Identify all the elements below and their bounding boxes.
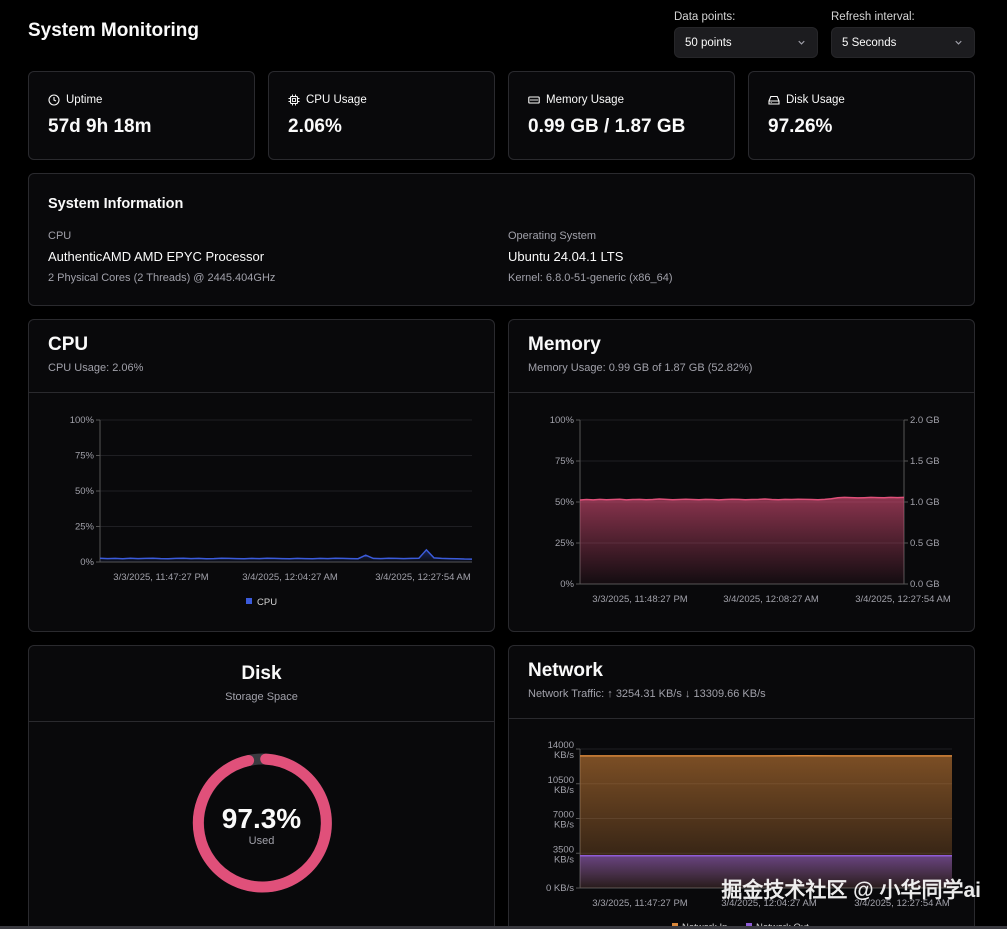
os-info-detail: Kernel: 6.8.0-51-generic (x86_64) <box>508 272 673 284</box>
memory-chart-card: Memory Memory Usage: 0.99 GB of 1.87 GB … <box>508 319 975 632</box>
y-tick-label: 100% <box>550 415 575 426</box>
refresh-interval-select[interactable]: 5 Seconds <box>831 27 975 58</box>
refresh-interval-label: Refresh interval: <box>831 11 915 23</box>
x-tick-label: 3/4/2025, 12:27:54 AM <box>375 572 471 583</box>
disk-gauge <box>192 753 332 893</box>
system-information-title: System Information <box>48 196 184 212</box>
y-tick-label: 3500 KB/s <box>553 844 574 865</box>
x-tick-label: 3/4/2025, 12:08:27 AM <box>723 594 819 605</box>
system-information-card: System Information CPU AuthenticAMD AMD … <box>28 173 975 306</box>
page-title: System Monitoring <box>28 20 200 41</box>
cpu-usage-label: CPU Usage <box>306 94 367 106</box>
cpu-chart-card: CPU CPU Usage: 2.06% 0% 25% 50% 75% 100% 3/3/… <box>28 319 495 632</box>
memory-usage-value: 0.99 GB / 1.87 GB <box>528 116 686 137</box>
memory-area <box>580 497 904 584</box>
cpu-info-value: AuthenticAMD AMD EPYC Processor <box>48 249 265 264</box>
x-tick-label: 3/3/2025, 11:48:27 PM <box>592 594 688 605</box>
watermark: 掘金技术社区 @ 小华同学ai <box>721 879 981 902</box>
x-tick-label: 3/4/2025, 12:27:54 AM <box>855 594 951 605</box>
data-points-value: 50 points <box>685 36 732 49</box>
y-tick-label: 0 KB/s <box>546 883 574 894</box>
disk-usage-card: Disk Usage 97.26% <box>748 71 975 160</box>
y2-tick-label: 1.5 GB <box>910 456 940 467</box>
memory-usage-card: Memory Usage 0.99 GB / 1.87 GB <box>508 71 735 160</box>
x-tick-label: 3/3/2025, 11:47:27 PM <box>592 898 688 909</box>
os-info-value: Ubuntu 24.04.1 LTS <box>508 249 624 264</box>
memory-usage-label: Memory Usage <box>546 94 624 106</box>
y-tick-label: 50% <box>75 486 95 497</box>
chevron-down-icon <box>955 40 962 45</box>
y2-tick-label: 0.0 GB <box>910 579 940 590</box>
cpu-chart: 0% 25% 50% 75% 100% 3/3/2025, 11:47:27 PM 3/4/… <box>70 415 473 608</box>
y-tick-label: 7000 KB/s <box>553 810 574 831</box>
cpu-area <box>100 549 472 562</box>
disk-usage-label: Disk Usage <box>786 94 845 106</box>
y2-tick-label: 1.0 GB <box>910 497 940 508</box>
memory-chart: 0% 25% 50% 75% 100% 0.0 GB 0.5 GB 1.0 GB 1.5 GB 2… <box>550 415 951 605</box>
cpu-icon <box>288 94 300 106</box>
y-tick-label: 75% <box>75 451 95 462</box>
disk-chart-card: Disk Storage Space 97.3% Used <box>28 645 495 929</box>
uptime-value: 57d 9h 18m <box>48 116 152 137</box>
y-tick-label: 25% <box>555 538 575 549</box>
y-tick-label: 0% <box>80 557 94 568</box>
uptime-card: Uptime 57d 9h 18m <box>28 71 255 160</box>
x-tick-label: 3/4/2025, 12:04:27 AM <box>242 572 338 583</box>
y-tick-label: 50% <box>555 497 575 508</box>
refresh-interval-value: 5 Seconds <box>842 36 897 49</box>
data-points-label: Data points: <box>674 11 736 23</box>
hard-drive-icon <box>768 95 780 105</box>
chevron-down-icon <box>798 40 805 45</box>
cpu-info-label: CPU <box>48 230 72 242</box>
memory-icon <box>528 96 540 104</box>
y-tick-label: 25% <box>75 522 95 533</box>
uptime-label: Uptime <box>66 94 103 106</box>
y-tick-label: 100% <box>70 415 95 426</box>
clock-icon <box>48 94 60 106</box>
x-tick-label: 3/3/2025, 11:47:27 PM <box>113 572 209 583</box>
y2-tick-label: 0.5 GB <box>910 538 940 549</box>
y2-tick-label: 2.0 GB <box>910 415 940 426</box>
cpu-usage-value: 2.06% <box>288 116 342 137</box>
disk-gauge-label: Used <box>248 835 275 847</box>
cpu-info: CPU AuthenticAMD AMD EPYC Processor 2 Ph… <box>48 230 275 284</box>
y-tick-label: 10500 KB/s <box>548 775 575 796</box>
data-points-select[interactable]: 50 points <box>674 27 818 58</box>
cpu-legend-swatch <box>246 598 252 604</box>
disk-gauge-value: 97.3% <box>221 803 302 834</box>
cpu-legend-label: CPU <box>257 597 277 608</box>
os-info-label: Operating System <box>508 230 597 242</box>
cpu-info-detail: 2 Physical Cores (2 Threads) @ 2445.404G… <box>48 272 276 284</box>
cpu-usage-card: CPU Usage 2.06% <box>268 71 495 160</box>
y-tick-label: 0% <box>560 579 574 590</box>
os-info: Operating System Ubuntu 24.04.1 LTS Kern… <box>508 230 672 284</box>
disk-usage-value: 97.26% <box>768 116 833 137</box>
cpu-line <box>99 548 473 560</box>
y-tick-label: 75% <box>555 456 575 467</box>
y-tick-label: 14000 KB/s <box>548 740 575 761</box>
